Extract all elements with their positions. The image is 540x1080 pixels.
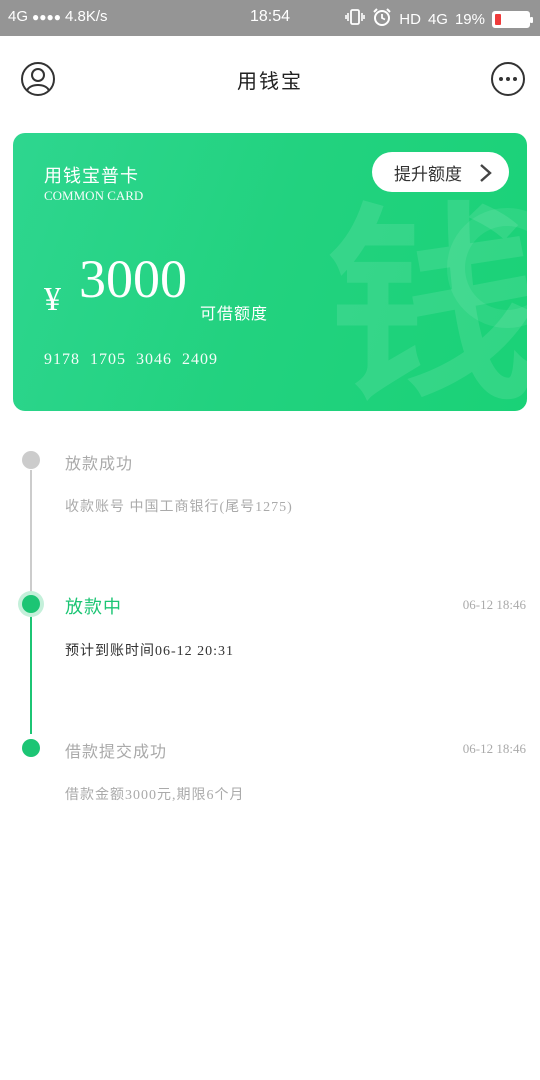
timeline-dot-current xyxy=(18,591,44,617)
credit-amount-label: 可借额度 xyxy=(200,306,269,323)
timeline-line-gray xyxy=(30,470,32,595)
timeline-desc: 收款账号 中国工商银行(尾号1275) xyxy=(65,500,293,515)
status-bar: 4G ●●●● 4.8K/s 18:54 HD 4G 19% xyxy=(0,0,540,36)
network-right-indicator: 4G xyxy=(427,10,448,28)
loan-card: 钱 用钱宝普卡 COMMON CARD 提升额度 ¥ 3000 可借额度 917… xyxy=(13,133,527,411)
status-right: HD 4G 19% xyxy=(345,7,533,31)
hd-indicator: HD xyxy=(399,10,421,28)
app-header: 用钱宝 xyxy=(0,36,540,124)
alarm-icon xyxy=(372,7,392,31)
page-title: 用钱宝 xyxy=(237,71,303,93)
chevron-right-icon xyxy=(480,164,492,182)
currency-symbol: ¥ xyxy=(44,281,61,318)
timeline-time: 06-12 18:46 xyxy=(462,741,526,756)
battery-level xyxy=(495,13,501,25)
timeline-dot-pending xyxy=(22,451,40,469)
battery-percent: 19% xyxy=(454,10,485,28)
card-watermark: 钱 xyxy=(326,185,527,412)
timeline-time: 06-12 18:46 xyxy=(462,597,526,612)
card-subtitle: COMMON CARD xyxy=(44,188,144,203)
timeline-title: 借款提交成功 xyxy=(65,744,168,761)
timeline-title: 放款成功 xyxy=(65,456,134,473)
timeline-dot-done xyxy=(22,739,40,757)
vibrate-icon xyxy=(345,8,366,30)
more-button[interactable] xyxy=(491,62,525,96)
timeline-desc: 预计到账时间06-12 20:31 xyxy=(65,644,235,659)
timeline-line-green xyxy=(30,614,32,734)
raise-limit-button[interactable]: 提升额度 xyxy=(372,152,509,192)
timeline-title: 放款中 xyxy=(65,597,122,617)
battery-icon xyxy=(492,10,533,28)
credit-amount: 3000 xyxy=(79,249,187,309)
more-icon xyxy=(499,77,517,81)
timeline-desc: 借款金额3000元,期限6个月 xyxy=(65,788,245,803)
card-name: 用钱宝普卡 xyxy=(44,166,139,186)
raise-limit-label: 提升额度 xyxy=(394,164,462,184)
card-number: 9178 1705 3046 2409 xyxy=(44,351,218,368)
